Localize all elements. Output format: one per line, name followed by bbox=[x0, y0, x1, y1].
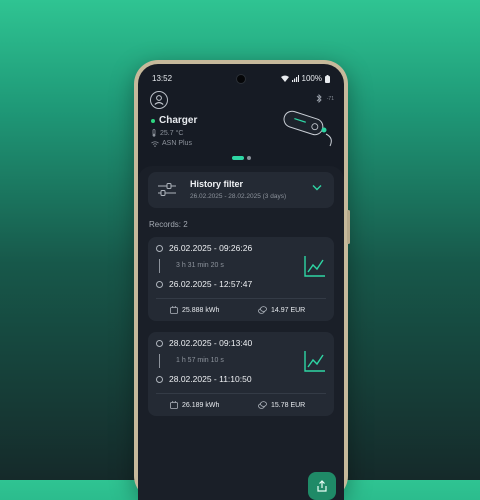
coins-icon bbox=[258, 401, 267, 409]
history-filter[interactable]: History filter 26.02.2025 - 28.02.2025 (… bbox=[148, 172, 334, 208]
record-end-time: 28.02.2025 - 11:10:50 bbox=[169, 374, 252, 384]
thermometer-icon bbox=[152, 129, 156, 137]
page-indicator-active bbox=[231, 156, 244, 160]
wifi-icon bbox=[151, 140, 159, 147]
timeline-line bbox=[159, 354, 160, 368]
network-row: ASN Plus bbox=[151, 140, 192, 147]
sliders-icon bbox=[158, 183, 176, 196]
share-icon bbox=[317, 480, 327, 492]
cost-stat: 14.97 EUR bbox=[258, 306, 305, 314]
record-start: 28.02.2025 - 09:13:40 bbox=[156, 338, 252, 348]
start-marker-icon bbox=[156, 244, 163, 252]
cost-value: 15.78 EUR bbox=[271, 401, 306, 409]
chevron-down-icon[interactable] bbox=[312, 184, 322, 191]
record-end: 26.02.2025 - 12:57:47 bbox=[156, 279, 252, 289]
card-divider bbox=[156, 298, 326, 299]
page-indicator-dot bbox=[246, 156, 251, 160]
cost-value: 14.97 EUR bbox=[271, 306, 306, 314]
record-duration: 3 h 31 min 20 s bbox=[176, 262, 224, 269]
front-camera bbox=[236, 74, 246, 84]
record-end: 28.02.2025 - 11:10:50 bbox=[156, 374, 252, 384]
battery-icon bbox=[325, 74, 330, 83]
end-marker-icon bbox=[156, 375, 163, 383]
bluetooth-icon bbox=[316, 94, 322, 103]
record-start-time: 26.02.2025 - 09:26:26 bbox=[169, 243, 253, 253]
app-screen: 13:52 100% -71 Charger 25.7 °C ASN Plus … bbox=[138, 64, 344, 500]
record-start: 26.02.2025 - 09:26:26 bbox=[156, 243, 252, 253]
battery-percent: 100% bbox=[301, 74, 322, 83]
record-duration: 1 h 57 min 10 s bbox=[176, 357, 224, 364]
charger-name-label: Charger bbox=[159, 115, 198, 126]
energy-value: 26.189 kWh bbox=[182, 401, 220, 409]
temperature-row: 25.7 °C bbox=[151, 129, 183, 137]
filter-title: History filter bbox=[190, 179, 244, 189]
user-icon bbox=[154, 95, 164, 105]
status-icons: 100% bbox=[280, 74, 330, 83]
bluetooth-signal-value: -71 bbox=[326, 96, 334, 102]
network-name: ASN Plus bbox=[162, 140, 192, 147]
card-divider bbox=[156, 393, 326, 394]
profile-button[interactable] bbox=[150, 91, 168, 109]
online-status-dot bbox=[151, 118, 155, 123]
phone-side-button bbox=[347, 210, 350, 244]
battery-icon bbox=[170, 401, 178, 409]
page-indicator[interactable] bbox=[138, 156, 344, 160]
phone-frame: 13:52 100% -71 Charger 25.7 °C ASN Plus … bbox=[134, 60, 350, 500]
charger-name: Charger bbox=[151, 115, 197, 126]
record-card[interactable]: 26.02.2025 - 09:26:26 3 h 31 min 20 s 26… bbox=[148, 237, 334, 321]
start-marker-icon bbox=[156, 339, 163, 347]
record-card[interactable]: 28.02.2025 - 09:13:40 1 h 57 min 10 s 28… bbox=[148, 332, 334, 416]
records-count: Records: 2 bbox=[149, 220, 188, 229]
temperature-value: 25.7 °C bbox=[160, 129, 184, 137]
energy-stat: 26.189 kWh bbox=[170, 401, 219, 409]
energy-value: 25.888 kWh bbox=[182, 306, 220, 314]
record-start-time: 28.02.2025 - 09:13:40 bbox=[169, 338, 253, 348]
battery-icon bbox=[170, 306, 178, 314]
energy-stat: 25.888 kWh bbox=[170, 306, 219, 314]
record-end-time: 26.02.2025 - 12:57:47 bbox=[169, 279, 253, 289]
status-time: 13:52 bbox=[152, 74, 173, 83]
filter-date-range: 26.02.2025 - 28.02.2025 (3 days) bbox=[190, 193, 287, 200]
line-chart-icon[interactable] bbox=[304, 255, 326, 277]
line-chart-icon[interactable] bbox=[304, 350, 326, 372]
charger-device-icon bbox=[283, 110, 332, 147]
coins-icon bbox=[258, 306, 267, 314]
timeline-line bbox=[159, 259, 160, 273]
share-button[interactable] bbox=[308, 472, 336, 500]
wifi-status-icon bbox=[280, 75, 289, 82]
signal-icon bbox=[291, 75, 299, 82]
cost-stat: 15.78 EUR bbox=[258, 401, 305, 409]
end-marker-icon bbox=[156, 280, 163, 288]
